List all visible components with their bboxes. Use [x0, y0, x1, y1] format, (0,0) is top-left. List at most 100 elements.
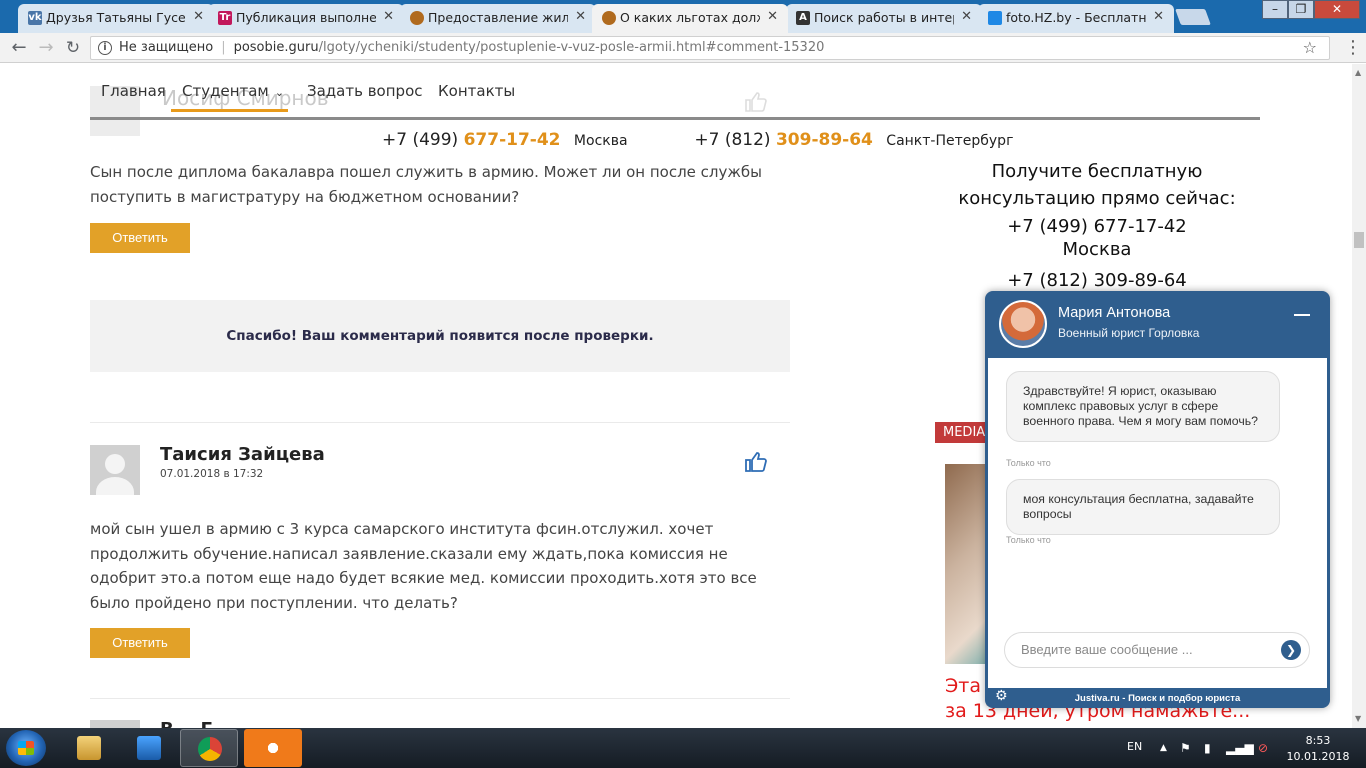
a-icon: A — [796, 11, 810, 25]
battery-icon[interactable]: ▮ — [1204, 741, 1211, 755]
scroll-down-icon[interactable]: ▼ — [1355, 714, 1361, 723]
comment-date: 07.01.2018 в 17:32 — [160, 468, 264, 480]
message-time: Только что — [1006, 458, 1051, 468]
clock-time: 8:53 — [1305, 734, 1331, 747]
close-icon[interactable]: ✕ — [767, 9, 778, 24]
reload-icon[interactable]: ↻ — [62, 37, 84, 59]
agent-role: Военный юрист Горловка — [1058, 326, 1200, 340]
browser-tab[interactable]: vk Друзья Татьяны Гусевой ✕ — [18, 4, 214, 33]
nav-item-label: Студентам — [182, 82, 269, 100]
new-tab-button[interactable] — [1175, 9, 1211, 25]
taskbar-app[interactable] — [60, 729, 118, 767]
browser-toolbar: ← → ↻ i Не защищено | posobie.guru/lgoty/y… — [0, 33, 1366, 63]
nav-item-ask-question[interactable]: Задать вопрос — [307, 82, 423, 100]
address-bar[interactable]: i Не защищено | posobie.guru/lgoty/ychenik… — [90, 36, 1330, 60]
chat-message: Здравствуйте! Я юрист, оказываю комплекс… — [1006, 371, 1280, 442]
url-path: /lgoty/ycheniki/studenty/postuplenie-v-v… — [318, 40, 825, 55]
close-icon[interactable]: ✕ — [1153, 9, 1164, 24]
close-icon[interactable]: ✕ — [961, 9, 972, 24]
clock-date: 10.01.2018 — [1286, 750, 1350, 763]
tab-title: Поиск работы в интерне — [814, 10, 954, 25]
tab-strip: vk Друзья Татьяны Гусевой ✕ Tr Публикаци… — [0, 0, 1366, 33]
minimize-chat-button[interactable] — [1294, 314, 1310, 316]
url-domain: posobie.guru — [233, 40, 319, 55]
browser-tab[interactable]: A Поиск работы в интерне ✕ — [786, 4, 982, 33]
chat-messages: Здравствуйте! Я юрист, оказываю комплекс… — [988, 358, 1327, 688]
chat-widget: Мария Антонова Военный юрист Горловка Зд… — [985, 291, 1330, 708]
back-icon[interactable]: ← — [8, 37, 30, 59]
emblem-icon — [602, 11, 616, 25]
phone-number[interactable]: +7 (812) 309-89-64 — [947, 269, 1247, 292]
windows-icon — [18, 741, 34, 755]
close-icon[interactable]: ✕ — [193, 9, 204, 24]
media-player-icon — [137, 736, 161, 760]
agent-name: Мария Антонова — [1058, 305, 1171, 321]
minimize-window-button[interactable]: – — [1262, 0, 1288, 19]
avast-icon — [261, 736, 285, 760]
network-icon[interactable]: ▂▄▆ — [1226, 741, 1254, 755]
tab-title: foto.HZ.by - Бесплатный — [1006, 10, 1146, 25]
maximize-window-button[interactable]: ❐ — [1288, 0, 1314, 19]
nav-item-home[interactable]: Главная — [101, 82, 166, 100]
volume-muted-icon[interactable]: ⊘ — [1258, 741, 1268, 755]
close-icon[interactable]: ✕ — [575, 9, 586, 24]
taskbar-app[interactable] — [244, 729, 302, 767]
nav-item-contacts[interactable]: Контакты — [438, 82, 515, 100]
chat-message-input[interactable]: Введите ваше сообщение ... — [1004, 632, 1310, 668]
avatar — [90, 445, 140, 495]
forward-icon[interactable]: → — [35, 37, 57, 59]
phone-city: Москва — [1062, 239, 1132, 260]
comment-author: В... Г... — [160, 719, 232, 728]
agent-avatar — [999, 300, 1047, 348]
taskbar-app[interactable] — [180, 729, 238, 767]
action-center-icon[interactable]: ⚑ — [1180, 741, 1191, 755]
comment-text: Сын после диплома бакалавра пошел служит… — [90, 163, 762, 206]
scroll-thumb[interactable] — [1354, 232, 1364, 248]
tab-title: Предоставление жилья — [428, 10, 568, 25]
taskbar-app[interactable] — [120, 729, 178, 767]
browser-tab-active[interactable]: О каких льготах должны ✕ — [592, 4, 788, 33]
language-indicator[interactable]: EN — [1127, 740, 1142, 753]
taskbar: EN ▲ ⚑ ▮ ▂▄▆ ⊘ 8:53 10.01.2018 — [0, 728, 1366, 768]
avatar — [90, 720, 140, 728]
sidebar-phones: +7 (499) 677-17-42 Москва +7 (812) 309-8… — [947, 215, 1247, 292]
nav-item-students[interactable]: Студентам ⌄ — [171, 82, 288, 112]
consult-title: Получите бесплатную консультацию прямо с… — [958, 161, 1236, 209]
divider — [90, 422, 790, 423]
clock[interactable]: 8:53 10.01.2018 — [1283, 733, 1353, 765]
explorer-icon — [77, 736, 101, 760]
camera-icon — [988, 11, 1002, 25]
send-icon[interactable]: ❯ — [1281, 640, 1301, 660]
browser-tab[interactable]: Tr Публикация выполнена ✕ — [208, 4, 404, 33]
close-window-button[interactable]: ✕ — [1314, 0, 1360, 19]
comment-author: Таисия Зайцева — [160, 444, 325, 465]
security-label: Не защищено — [119, 40, 214, 55]
close-icon[interactable]: ✕ — [383, 9, 394, 24]
browser-menu-icon[interactable]: ⋮ — [1344, 36, 1362, 60]
comment-text: мой сын ушел в армию с 3 курса самарског… — [90, 520, 757, 612]
phone-number[interactable]: +7 (499) 677-17-42 — [947, 215, 1247, 238]
phone-number[interactable]: 677-17-42 — [464, 130, 561, 150]
thumbs-up-icon — [745, 92, 767, 112]
chevron-down-icon: ⌄ — [274, 86, 284, 99]
chat-footer[interactable]: Justiva.ru - Поиск и подбор юриста — [985, 689, 1330, 708]
browser-tab[interactable]: Предоставление жилья ✕ — [400, 4, 596, 33]
reply-button[interactable]: Ответить — [90, 628, 190, 658]
info-icon[interactable]: i — [98, 41, 112, 55]
reply-button[interactable]: Ответить — [90, 223, 190, 253]
phone-city: Санкт-Петербург — [886, 133, 1014, 149]
browser-tab[interactable]: foto.HZ.by - Бесплатный ✕ — [978, 4, 1174, 33]
tab-title: Друзья Татьяны Гусевой — [46, 10, 186, 25]
phone-prefix: +7 (499) — [382, 130, 459, 150]
scroll-up-icon[interactable]: ▲ — [1355, 68, 1361, 77]
thumbs-up-icon[interactable] — [744, 450, 768, 474]
scrollbar[interactable]: ▲ ▼ — [1352, 64, 1366, 728]
message-time: Только что — [1006, 535, 1051, 545]
chat-message: моя консультация бесплатна, задавайте во… — [1006, 479, 1280, 535]
tray-expand-icon[interactable]: ▲ — [1160, 743, 1167, 753]
divider — [90, 698, 790, 699]
bookmark-star-icon[interactable]: ☆ — [1303, 37, 1317, 59]
phone-number[interactable]: 309-89-64 — [776, 130, 873, 150]
vk-icon: vk — [28, 11, 42, 25]
start-button[interactable] — [6, 730, 46, 766]
